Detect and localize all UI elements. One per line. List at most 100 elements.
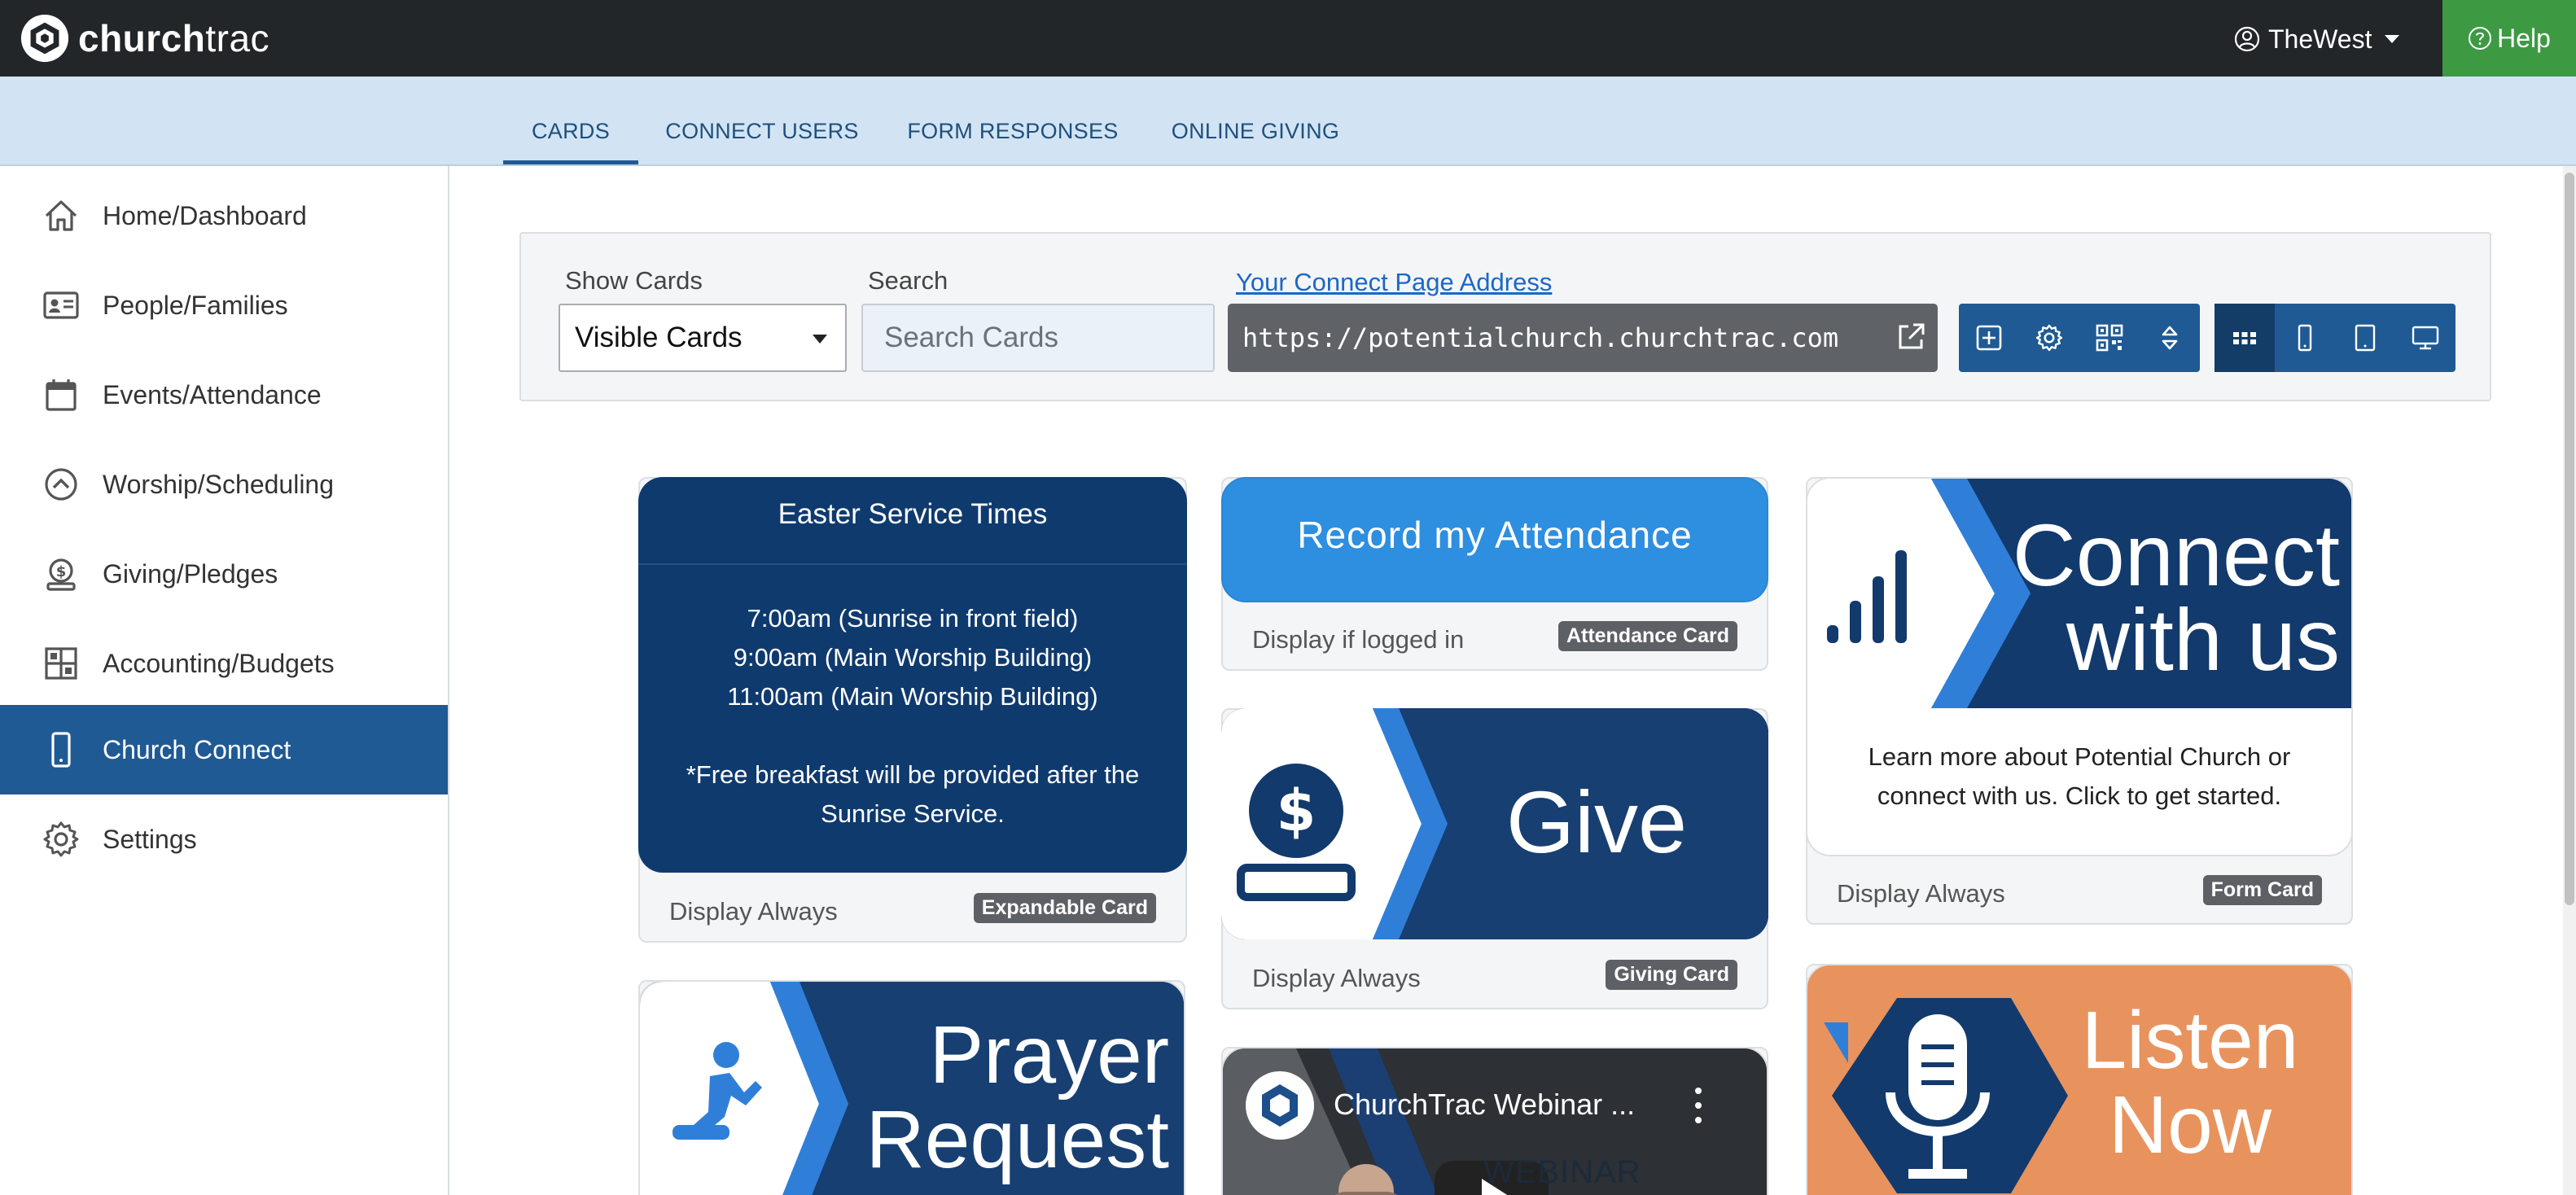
plus-square-icon (1976, 325, 2002, 351)
sidebar-item-accounting[interactable]: Accounting/Budgets (0, 619, 448, 708)
tab-form-responses[interactable]: FORM RESPONSES (904, 77, 1122, 164)
display-rule: Display Always (1252, 964, 1421, 992)
search-label: Search (868, 266, 948, 295)
tablet-view-button[interactable] (2335, 304, 2395, 372)
tab-strip: CARDS CONNECT USERS FORM RESPONSES ONLIN… (0, 77, 2576, 166)
sidebar-item-label: Church Connect (103, 734, 291, 764)
sidebar-item-worship[interactable]: Worship/Scheduling (0, 440, 448, 529)
connect-page-address-link[interactable]: Your Connect Page Address (1236, 268, 1552, 297)
external-link-icon[interactable] (1895, 322, 1926, 352)
give-word: Give (1506, 773, 1688, 871)
card-give[interactable]: $ Give Display Always Giving Card (1221, 708, 1768, 1009)
show-cards-select[interactable]: Visible Cards (559, 304, 847, 372)
gear-icon (2035, 324, 2063, 352)
sort-cards-button[interactable] (2140, 304, 2200, 372)
card-easter-service[interactable]: Easter Service Times 7:00am (Sunrise in … (638, 477, 1187, 943)
listen-card-face: Listen Now (1806, 964, 2353, 1195)
listen-line-2: Now (2108, 1079, 2272, 1171)
attendance-title: Record my Attendance (1297, 514, 1693, 556)
listen-line-1: Listen (2081, 995, 2299, 1086)
sidebar: Home/Dashboard People/Families Events/At… (0, 166, 449, 1195)
phone-icon (41, 729, 81, 770)
donate-icon: $ (41, 554, 81, 594)
sidebar-item-label: Giving/Pledges (103, 558, 278, 589)
video-title: ChurchTrac Webinar ... (1334, 1088, 1636, 1121)
help-label: Help (2497, 23, 2551, 53)
card-type-badge: Attendance Card (1557, 621, 1737, 651)
desktop-icon (2412, 326, 2439, 350)
give-card-face: $ Give (1221, 708, 1768, 939)
search-placeholder: Search Cards (884, 322, 1058, 353)
show-cards-label: Show Cards (565, 266, 703, 295)
chevron-circle-icon (41, 464, 81, 505)
card-connect-with-us[interactable]: Connect with us Learn more about Potenti… (1806, 477, 2353, 925)
video-overlay-text: WEBINAR (1483, 1154, 1641, 1190)
prayer-card-face: Prayer Request (638, 980, 1185, 1195)
phone-view-button[interactable] (2275, 304, 2335, 372)
sidebar-item-people[interactable]: People/Families (0, 260, 448, 350)
prayer-line-2: Request (865, 1094, 1169, 1185)
churchtrac-logo-icon (20, 14, 69, 63)
add-card-button[interactable] (1959, 304, 2019, 372)
show-cards-value: Visible Cards (575, 322, 743, 353)
user-menu[interactable]: TheWest (2234, 20, 2400, 59)
churchtrac-logo[interactable]: churchtrac (20, 11, 269, 65)
easter-card-face: Easter Service Times 7:00am (Sunrise in … (638, 477, 1187, 873)
tab-cards[interactable]: CARDS (503, 77, 638, 164)
desktop-view-button[interactable] (2395, 304, 2456, 372)
user-icon (2234, 26, 2260, 52)
sidebar-item-events[interactable]: Events/Attendance (0, 350, 448, 440)
view-mode-group (2215, 304, 2456, 372)
card-webinar-video[interactable]: ChurchTrac Webinar ... WEBINAR (1221, 1047, 1768, 1195)
caret-down-icon (813, 335, 827, 344)
sidebar-item-label: People/Families (103, 290, 288, 320)
connect-url-text: https://potentialchurch.churchtrac.com (1242, 322, 1839, 353)
sidebar-item-label: Events/Attendance (103, 379, 322, 409)
easter-title: Easter Service Times (778, 498, 1048, 530)
grid-dots-icon (2233, 332, 2256, 344)
grid-icon (41, 643, 81, 684)
question-circle-icon (2469, 27, 2492, 50)
scrollbar-thumb[interactable] (2565, 173, 2574, 905)
display-rule: Display Always (1837, 879, 2005, 908)
card-prayer-request[interactable]: Prayer Request (638, 980, 1185, 1195)
help-button[interactable]: Help (2442, 0, 2576, 77)
connect-url-field[interactable]: https://potentialchurch.churchtrac.com (1228, 304, 1938, 372)
card-type-badge: Giving Card (1606, 960, 1737, 990)
service-time-2: 9:00am (Main Worship Building) (733, 643, 1093, 672)
sidebar-item-church-connect[interactable]: Church Connect (0, 705, 448, 794)
card-type-badge: Expandable Card (973, 893, 1156, 923)
connect-card-face: Connect with us Learn more about Potenti… (1806, 477, 2353, 856)
sidebar-item-settings[interactable]: Settings (0, 794, 448, 884)
user-name: TheWest (2268, 24, 2372, 54)
sidebar-item-giving[interactable]: $ Giving/Pledges (0, 529, 448, 619)
display-rule: Display Always (669, 897, 838, 926)
display-rule: Display if logged in (1252, 625, 1465, 654)
qr-code-icon (2096, 324, 2123, 352)
breakfast-note-1: *Free breakfast will be provided after t… (686, 760, 1140, 789)
service-time-3: 11:00am (Main Worship Building) (727, 682, 1098, 711)
search-input[interactable]: Search Cards (861, 304, 1215, 372)
top-bar: churchtrac TheWest Help (0, 0, 2576, 77)
card-record-attendance[interactable]: Record my Attendance Display if logged i… (1221, 477, 1768, 671)
connect-line-1: Connect (2012, 506, 2340, 604)
divider (638, 563, 1187, 565)
calendar-icon (41, 374, 81, 415)
qr-code-button[interactable] (2079, 304, 2140, 372)
connect-description-2: connect with us. Click to get started. (1877, 781, 2282, 810)
tab-connect-users[interactable]: CONNECT USERS (658, 77, 866, 164)
connect-description-1: Learn more about Potential Church or (1868, 742, 2291, 771)
caret-down-icon (2385, 35, 2400, 43)
sidebar-item-label: Accounting/Budgets (103, 648, 335, 678)
sidebar-item-home[interactable]: Home/Dashboard (0, 171, 448, 260)
connect-line-2: with us (2066, 590, 2340, 689)
grid-view-button[interactable] (2215, 304, 2275, 372)
attendance-card-face: Record my Attendance (1221, 477, 1768, 602)
tab-online-giving[interactable]: ONLINE GIVING (1159, 77, 1352, 164)
id-card-icon (41, 285, 81, 326)
sort-icon (2162, 326, 2178, 350)
svg-text:$: $ (56, 563, 67, 580)
card-listen-now[interactable]: Listen Now (1806, 964, 2353, 1195)
card-settings-button[interactable] (2019, 304, 2079, 372)
video-thumbnail: ChurchTrac Webinar ... WEBINAR (1221, 1047, 1768, 1195)
